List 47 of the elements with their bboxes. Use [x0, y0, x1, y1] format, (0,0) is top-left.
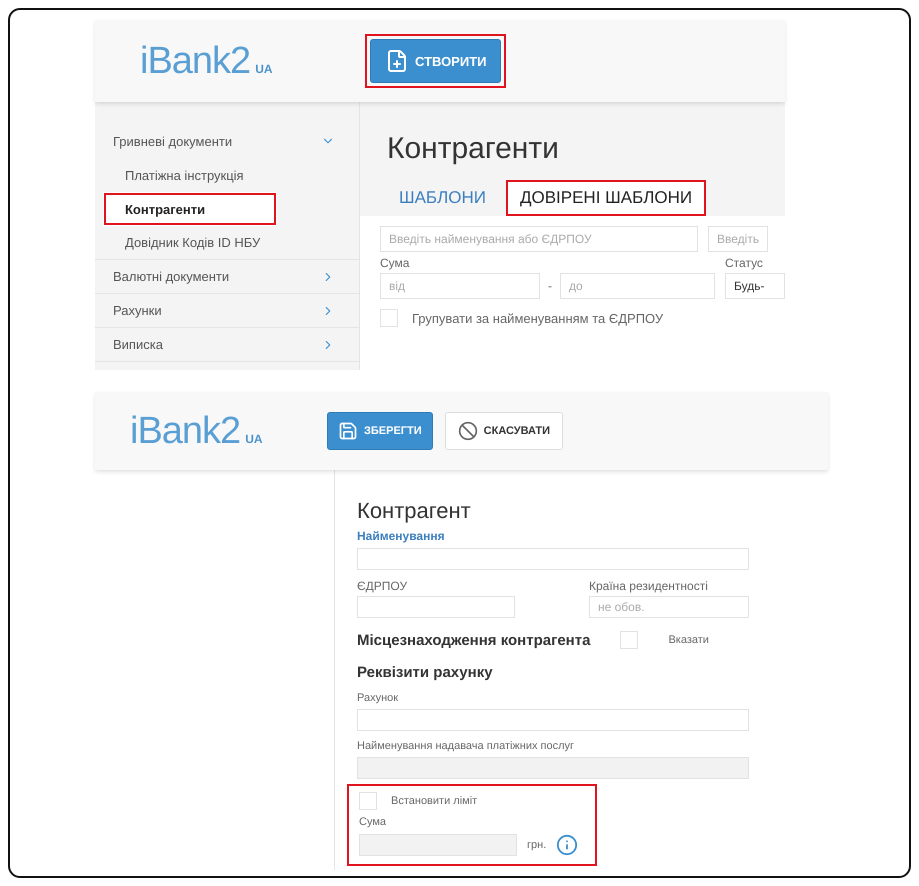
search-field[interactable]: Введіть — [708, 226, 768, 252]
input-field[interactable]: до — [560, 273, 715, 299]
select-field[interactable]: Будь- — [725, 273, 785, 299]
section-heading: Місцезнаходження контрагента — [357, 632, 590, 648]
input-field[interactable]: не обов. — [589, 596, 749, 618]
currency-label: грн. — [527, 839, 546, 851]
cancel-icon — [458, 421, 478, 441]
form-title: Контрагент — [357, 498, 472, 524]
document-plus-icon — [385, 49, 409, 73]
page-title: Контрагенти — [386, 131, 560, 167]
save-button[interactable]: ЗБЕРЕГТИ — [327, 412, 433, 450]
logo: iBank2 UA — [130, 410, 264, 452]
field-label: Статус — [725, 256, 764, 270]
sidebar-item[interactable]: Рахунки — [95, 294, 359, 328]
input-field[interactable] — [357, 709, 749, 731]
save-icon — [338, 421, 358, 441]
field-label: Найменування — [357, 529, 446, 543]
field-label: Країна резидентності — [589, 579, 709, 593]
search-field[interactable]: Введіть найменування або ЄДРПОУ — [380, 226, 698, 252]
input-field[interactable] — [357, 548, 749, 570]
field-label: Найменування надавача платіжних послуг — [357, 740, 576, 752]
input-field[interactable]: від — [380, 273, 540, 299]
info-icon[interactable] — [556, 834, 578, 856]
section-heading: Реквізити рахунку — [357, 664, 494, 681]
checkbox[interactable] — [620, 631, 638, 649]
tab[interactable]: ДОВІРЕНІ ШАБЛОНИ — [506, 180, 706, 216]
sidebar-item[interactable]: Контрагенти — [103, 192, 277, 226]
field-label: Рахунок — [357, 692, 400, 704]
field-label: Сума — [359, 816, 388, 828]
sidebar-item[interactable]: Валютні документи — [95, 260, 359, 294]
field-label: Сума — [380, 256, 410, 270]
separator: - — [548, 279, 552, 293]
checkbox-label: Встановити ліміт — [391, 795, 478, 807]
logo: iBank2 UA — [140, 40, 274, 82]
input-field[interactable] — [357, 596, 515, 618]
sidebar-item[interactable]: Платіжна інструкція — [95, 158, 359, 192]
field-label: ЄДРПОУ — [357, 579, 408, 593]
sidebar-item[interactable]: Гривневі документи — [95, 124, 359, 158]
sidebar-item[interactable]: Виписка — [95, 328, 359, 362]
checkbox-label: Групувати за найменуванням та ЄДРПОУ — [412, 310, 664, 326]
checkbox-label: Вказати — [668, 634, 709, 646]
checkbox[interactable] — [359, 792, 377, 810]
create-button[interactable]: СТВОРИТИ — [370, 39, 502, 83]
tab[interactable]: ШАБЛОНИ — [385, 180, 500, 216]
cancel-button[interactable]: СКАСУВАТИ — [444, 412, 564, 450]
checkbox[interactable] — [380, 309, 398, 327]
sidebar-item[interactable]: Довідник Кодів ID НБУ — [95, 226, 359, 260]
